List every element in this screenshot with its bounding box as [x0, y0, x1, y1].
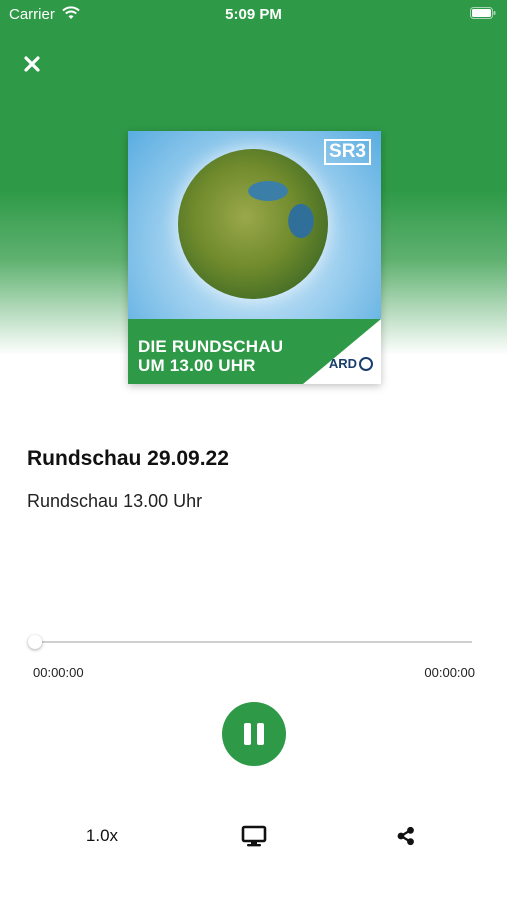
battery-icon [470, 7, 496, 19]
cover-landscape-globe [178, 149, 328, 299]
ard-logo-text: ARD [328, 356, 357, 371]
status-bar: Carrier 5:09 PM [0, 0, 507, 28]
podcast-cover-art: SR3 DIE RUNDSCHAU UM 13.00 UHR ARD [128, 131, 381, 384]
status-time: 5:09 PM [225, 6, 282, 23]
pause-button[interactable] [222, 702, 286, 766]
monitor-icon[interactable] [241, 825, 267, 847]
total-time: 00:00:00 [424, 665, 475, 680]
episode-title: Rundschau 29.09.22 [27, 447, 229, 470]
pause-icon [241, 723, 267, 745]
cover-title-line1: DIE RUNDSCHAU [138, 337, 284, 356]
cover-title-line2: UM 13.00 UHR [138, 356, 256, 375]
ard-logo-circle-icon [359, 356, 373, 371]
elapsed-time: 00:00:00 [33, 665, 84, 680]
progress-slider[interactable] [28, 635, 472, 649]
progress-thumb[interactable] [28, 635, 42, 649]
share-icon[interactable] [396, 826, 416, 846]
sr3-logo: SR3 [324, 139, 371, 165]
cover-corner-white [303, 319, 381, 384]
episode-subtitle: Rundschau 13.00 Uhr [27, 491, 203, 511]
close-button[interactable] [18, 50, 46, 78]
cover-title: DIE RUNDSCHAU UM 13.00 UHR [138, 337, 283, 375]
ard-logo: ARD [329, 356, 373, 371]
playback-speed-button[interactable]: 1.0x [80, 826, 124, 846]
close-icon [24, 56, 40, 72]
